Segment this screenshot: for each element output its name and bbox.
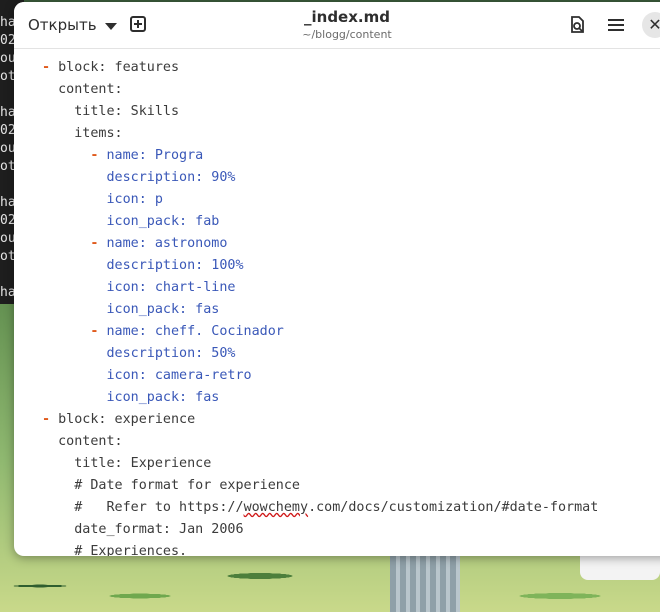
code-text: icon: p xyxy=(106,192,163,207)
list-dash: - xyxy=(90,324,107,339)
text-editor-window: Открыть _index.md ~/blogg/content ✕ - bl… xyxy=(14,2,660,556)
code-line: icon: chart-line xyxy=(42,277,660,299)
code-line: - name: astronomo xyxy=(42,233,660,255)
code-text: name: astronomo xyxy=(106,236,228,251)
code-text: content: xyxy=(58,434,123,449)
window-title: _index.md ~/blogg/content xyxy=(264,8,430,41)
code-line: description: 100% xyxy=(42,255,660,277)
code-text: icon: chart-line xyxy=(106,280,236,295)
chevron-down-icon xyxy=(104,22,117,30)
code-line: icon_pack: fab xyxy=(42,211,660,233)
code-text: # Refer to https://wowchemy.com/docs/cus… xyxy=(74,500,599,515)
code-line: icon_pack: fas xyxy=(42,299,660,321)
desktop-wallpaper xyxy=(0,556,660,612)
list-dash: - xyxy=(90,148,107,163)
new-tab-icon[interactable] xyxy=(130,16,146,32)
code-line: - block: features xyxy=(42,57,660,79)
code-text: icon: camera-retro xyxy=(106,368,252,383)
close-button[interactable]: ✕ xyxy=(642,12,660,38)
open-button-label: Открыть xyxy=(28,16,97,34)
list-dash: - xyxy=(90,236,107,251)
code-text: title: Skills xyxy=(74,104,180,119)
editor-text-area[interactable]: - block: features content: title: Skills… xyxy=(14,49,660,556)
code-text: date_format: Jan 2006 xyxy=(74,522,244,537)
code-line: icon: p xyxy=(42,189,660,211)
code-text: block: experience xyxy=(58,412,196,427)
code-text: icon_pack: fas xyxy=(106,302,220,317)
document-path: ~/blogg/content xyxy=(302,28,392,41)
code-text: icon_pack: fas xyxy=(106,390,220,405)
code-text: # Date format for experience xyxy=(74,478,300,493)
code-text: items: xyxy=(74,126,123,141)
code-text: description: 90% xyxy=(106,170,236,185)
code-text: block: features xyxy=(58,60,180,75)
header-bar: Открыть _index.md ~/blogg/content ✕ xyxy=(14,2,660,49)
code-line: items: xyxy=(42,123,660,145)
code-line: - name: Progra xyxy=(42,145,660,167)
code-line: icon_pack: fas xyxy=(42,387,660,409)
code-line: description: 50% xyxy=(42,343,660,365)
code-text: description: 100% xyxy=(106,258,244,273)
document-title: _index.md xyxy=(304,8,390,26)
code-text: name: Progra xyxy=(106,148,204,163)
open-button[interactable]: Открыть xyxy=(20,11,125,39)
code-line: # Date format for experience xyxy=(42,475,660,497)
code-line: # Experiences. xyxy=(42,541,660,556)
code-text: description: 50% xyxy=(106,346,236,361)
code-line: content: xyxy=(42,79,660,101)
code-line: date_format: Jan 2006 xyxy=(42,519,660,541)
list-dash: - xyxy=(42,60,59,75)
code-text: name: cheff. Cocinador xyxy=(106,324,284,339)
code-text: content: xyxy=(58,82,123,97)
code-line: - block: experience xyxy=(42,409,660,431)
spellcheck-underline: wowchemy xyxy=(243,500,309,515)
code-line: icon: camera-retro xyxy=(42,365,660,387)
code-line: # Refer to https://wowchemy.com/docs/cus… xyxy=(42,497,660,519)
code-line: title: Skills xyxy=(42,101,660,123)
code-text: icon_pack: fab xyxy=(106,214,220,229)
list-dash: - xyxy=(42,412,59,427)
code-text: # Experiences. xyxy=(74,544,188,556)
wallpaper-building xyxy=(390,556,460,612)
hamburger-menu-icon[interactable] xyxy=(608,16,626,34)
code-line: description: 90% xyxy=(42,167,660,189)
code-line: - name: cheff. Cocinador xyxy=(42,321,660,343)
find-in-document-icon[interactable] xyxy=(568,16,586,34)
code-line: title: Experience xyxy=(42,453,660,475)
code-text: title: Experience xyxy=(74,456,212,471)
code-line: content: xyxy=(42,431,660,453)
